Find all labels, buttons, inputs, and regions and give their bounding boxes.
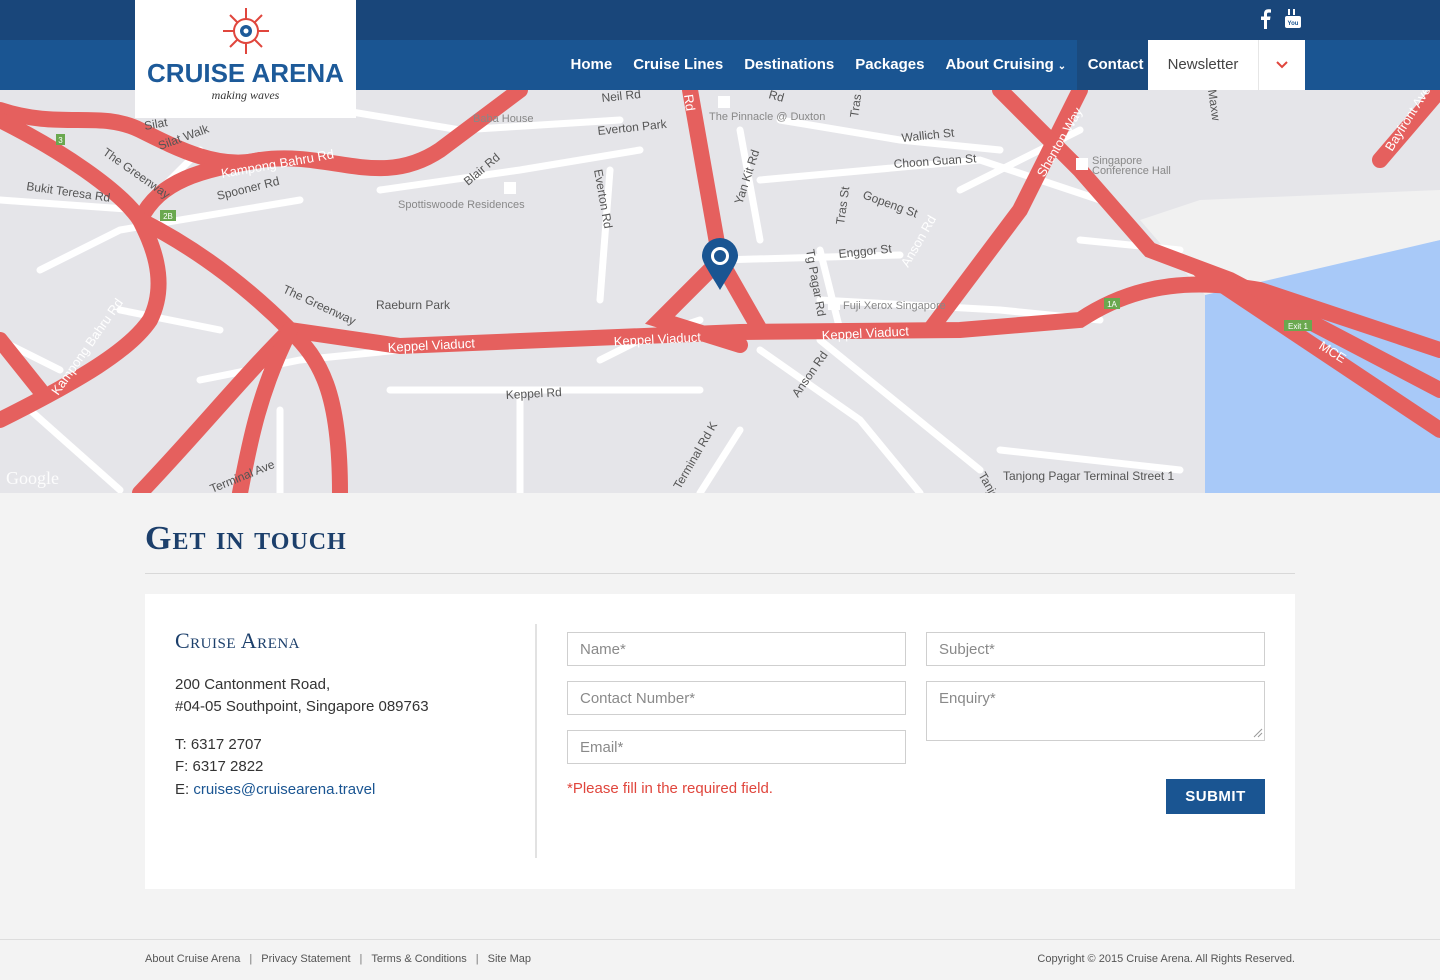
map-label: Keppel Viaduct <box>613 329 701 349</box>
route-badge-exit-1: Exit 1 <box>1284 320 1312 331</box>
poi-marker <box>718 96 730 108</box>
map-label: Blair Rd <box>461 150 503 188</box>
fax-number: F: 6317 2822 <box>175 758 264 775</box>
map-label: Tras St <box>833 185 852 225</box>
map-label: Rd <box>767 90 785 105</box>
map-label: Bayfront Ave <box>1382 90 1434 154</box>
map-label: Tras S <box>847 90 866 118</box>
newsletter-button[interactable]: Newsletter <box>1148 40 1258 90</box>
phone-number: T: 6317 2707 <box>175 736 262 753</box>
chevron-down-icon: ⌄ <box>1057 61 1067 72</box>
footer-link-terms[interactable]: Terms & Conditions <box>371 953 466 965</box>
map-poi-label: The Pinnacle @ Duxton <box>709 111 825 123</box>
svg-text:You: You <box>1288 21 1299 27</box>
submit-button[interactable]: SUBMIT <box>1166 779 1265 814</box>
poi-marker <box>828 298 840 310</box>
map-label: Rd <box>681 93 698 112</box>
map-label: Gopeng St <box>861 188 920 221</box>
divider <box>535 624 537 858</box>
svg-text:3: 3 <box>58 136 63 145</box>
logo-wordmark: CRUISE ARENA <box>147 58 344 88</box>
nav-cruise-lines[interactable]: Cruise Lines <box>623 40 734 90</box>
required-field-note: *Please fill in the required field. <box>567 780 773 797</box>
footer-links: About Cruise Arena | Privacy Statement |… <box>145 953 531 965</box>
poi-marker <box>1076 158 1088 170</box>
contact-card: Cruise Arena 200 Cantonment Road, #04-05… <box>145 594 1295 889</box>
footer-separator: | <box>249 953 253 965</box>
main-nav: Home Cruise Lines Destinations Packages … <box>560 40 1178 90</box>
facebook-icon[interactable] <box>1254 8 1276 30</box>
name-field[interactable] <box>567 632 906 666</box>
map-label: Keppel Viaduct <box>821 323 909 343</box>
nav-packages[interactable]: Packages <box>845 40 935 90</box>
svg-text:2B: 2B <box>163 212 173 221</box>
address-line-1: 200 Cantonment Road, <box>175 676 331 693</box>
divider <box>145 573 1295 574</box>
map-label: Anson Rd <box>898 213 940 270</box>
map-label: Maxw <box>1205 90 1223 122</box>
subject-field[interactable] <box>926 632 1265 666</box>
email-field[interactable] <box>567 730 906 764</box>
footer-link-sitemap[interactable]: Site Map <box>488 953 531 965</box>
map-poi-label: Conference Hall <box>1092 165 1171 177</box>
map-label: Terminal Rd K <box>670 419 720 491</box>
page-title: Get in touch <box>145 520 347 557</box>
compass-logo-icon <box>223 8 269 54</box>
logo[interactable]: CRUISE ARENA making waves <box>135 0 356 118</box>
route-badge-1a: 1A <box>1104 298 1120 309</box>
newsletter-toggle[interactable] <box>1258 40 1305 90</box>
footer-separator: | <box>475 953 479 965</box>
map-label: Neil Rd <box>601 90 642 105</box>
svg-text:Exit 1: Exit 1 <box>1288 322 1309 331</box>
map-poi-label: Spottiswoode Residences <box>398 199 525 211</box>
footer-divider <box>0 939 1440 940</box>
copyright: Copyright © 2015 Cruise Arena. All Right… <box>1037 953 1295 965</box>
email-prefix: E: <box>175 781 194 798</box>
resize-grip-icon[interactable] <box>1253 728 1263 738</box>
nav-destinations[interactable]: Destinations <box>734 40 845 90</box>
poi-marker <box>504 182 516 194</box>
route-badge-3: 3 <box>56 134 65 145</box>
map-label: Tanjong Pagar Terminal Street 1 <box>1003 469 1175 483</box>
nav-about-cruising-label: About Cruising <box>945 56 1054 73</box>
map-label: Keppel Viaduct <box>387 335 475 355</box>
map-poi-label: Baba House <box>473 113 534 125</box>
map-label: Yan Kit Rd <box>732 148 763 206</box>
route-badge-2b: 2B <box>160 210 176 221</box>
chevron-down-icon <box>1276 61 1288 69</box>
nav-home[interactable]: Home <box>560 40 623 90</box>
address-line-2: #04-05 Southpoint, Singapore 089763 <box>175 698 429 715</box>
location-map[interactable]: Neil Rd Everton Park The Pinnacle @ Duxt… <box>0 90 1440 493</box>
footer-separator: | <box>359 953 363 965</box>
map-label: Raeburn Park <box>376 298 451 312</box>
map-label: Choon Guan St <box>893 151 977 171</box>
map-label: Keppel Rd <box>505 385 562 402</box>
email-line: E: cruises@cruisearena.travel <box>175 779 375 801</box>
enquiry-field[interactable] <box>926 681 1265 741</box>
company-name: Cruise Arena <box>175 628 301 653</box>
minor-roads <box>0 106 1184 493</box>
map-watermark: Google <box>6 468 59 488</box>
youtube-icon[interactable]: You <box>1282 8 1304 30</box>
footer-link-privacy[interactable]: Privacy Statement <box>261 953 350 965</box>
nav-about-cruising[interactable]: About Cruising ⌄ <box>935 40 1077 90</box>
map-poi-label: Fuji Xerox Singapore <box>843 300 946 312</box>
contact-number-field[interactable] <box>567 681 906 715</box>
svg-text:1A: 1A <box>1107 300 1117 309</box>
footer-link-about[interactable]: About Cruise Arena <box>145 953 240 965</box>
logo-tagline: making waves <box>211 88 280 102</box>
email-link[interactable]: cruises@cruisearena.travel <box>193 781 375 798</box>
